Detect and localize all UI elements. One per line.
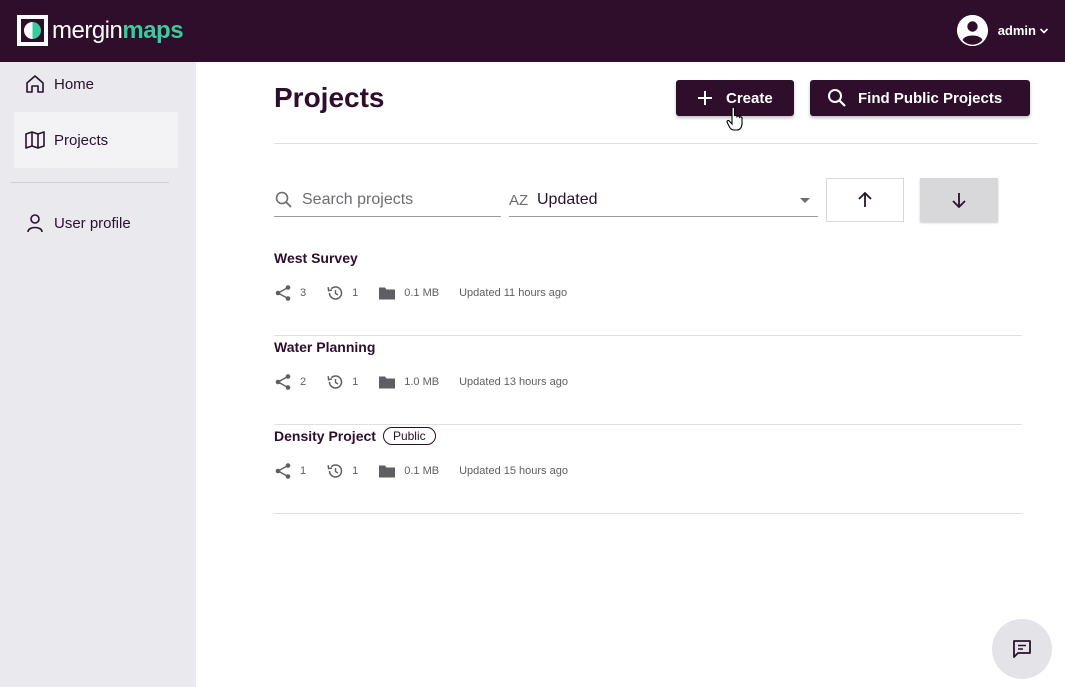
project-shares-count: 3 xyxy=(300,287,307,299)
search-field[interactable] xyxy=(274,184,501,217)
mergin-maps-logo[interactable]: merginmaps xyxy=(17,15,184,46)
project-versions-count: 1 xyxy=(352,287,359,299)
project-shares-count: 1 xyxy=(300,465,307,477)
share-icon xyxy=(274,284,292,302)
project-row[interactable]: Water Planning 2 1 1.0 MB Updated 13 hou… xyxy=(274,336,1022,425)
arrow-up-icon xyxy=(858,191,872,207)
project-size: 0.1 MB xyxy=(378,284,439,302)
user-menu[interactable]: admin xyxy=(956,15,1049,46)
project-row[interactable]: Density Project Public 1 1 0.1 MB Update… xyxy=(274,425,1022,514)
share-icon xyxy=(274,373,292,391)
project-name-row: Density Project Public xyxy=(274,425,436,447)
sidebar-item-home[interactable]: Home xyxy=(14,56,178,112)
sort-ascending-button[interactable] xyxy=(826,178,904,222)
search-icon xyxy=(275,191,292,208)
home-icon xyxy=(24,73,46,95)
project-size: 0.1 MB xyxy=(378,462,439,480)
project-row[interactable]: West Survey 3 1 0.1 MB Updated 11 hours … xyxy=(274,247,1022,336)
dropdown-caret-icon xyxy=(800,198,810,203)
folder-icon xyxy=(378,462,396,480)
project-size-value: 0.1 MB xyxy=(404,465,440,477)
logo-text-maps: maps xyxy=(122,16,184,44)
sidebar-item-projects[interactable]: Projects xyxy=(14,112,178,168)
project-versions: 1 xyxy=(326,284,358,302)
sidebar-divider xyxy=(10,182,169,183)
project-size-value: 1.0 MB xyxy=(404,376,440,388)
project-shares: 1 xyxy=(274,462,306,480)
project-name[interactable]: Density Project xyxy=(274,428,376,444)
sort-descending-button[interactable] xyxy=(920,178,998,222)
avatar xyxy=(956,15,988,46)
history-icon xyxy=(326,284,344,302)
plus-icon xyxy=(695,88,715,108)
find-button-label: Find Public Projects xyxy=(858,89,1003,107)
project-shares-count: 2 xyxy=(300,376,307,388)
folder-icon xyxy=(378,284,396,302)
project-shares: 2 xyxy=(274,373,306,391)
project-name[interactable]: Water Planning xyxy=(274,339,375,355)
search-icon xyxy=(827,88,847,108)
user-icon xyxy=(24,212,46,234)
folder-icon xyxy=(378,373,396,391)
sort-alphabetical-icon: AZ xyxy=(509,191,529,209)
create-button-label: Create xyxy=(726,89,773,107)
history-icon xyxy=(326,462,344,480)
project-meta: 2 1 1.0 MB Updated 13 hours ago xyxy=(274,372,588,392)
project-shares: 3 xyxy=(274,284,306,302)
logo-text-mergin: mergin xyxy=(52,16,123,44)
project-name-row: West Survey xyxy=(274,247,358,269)
project-updated: Updated 11 hours ago xyxy=(459,287,568,299)
project-versions-count: 1 xyxy=(352,376,359,388)
chat-icon xyxy=(1013,640,1031,658)
chevron-down-icon xyxy=(1039,27,1049,34)
header-divider xyxy=(274,143,1038,144)
chat-support-button[interactable] xyxy=(992,619,1052,679)
project-updated: Updated 15 hours ago xyxy=(459,465,568,477)
top-bar: merginmaps admin xyxy=(0,0,1065,62)
find-public-projects-button[interactable]: Find Public Projects xyxy=(810,80,1030,116)
project-updated: Updated 13 hours ago xyxy=(459,376,568,388)
search-input[interactable] xyxy=(302,191,482,209)
project-versions-count: 1 xyxy=(352,465,359,477)
project-size: 1.0 MB xyxy=(378,373,439,391)
project-versions: 1 xyxy=(326,373,358,391)
sidebar-item-label: Projects xyxy=(54,131,109,149)
sort-select-value: Updated xyxy=(537,191,598,208)
public-badge: Public xyxy=(382,427,436,445)
logo-text: merginmaps xyxy=(52,16,184,45)
sidebar-item-user-profile[interactable]: User profile xyxy=(14,195,178,251)
logo-mark-icon xyxy=(17,15,48,46)
project-name-row: Water Planning xyxy=(274,336,375,358)
project-versions: 1 xyxy=(326,462,358,480)
project-meta: 3 1 0.1 MB Updated 11 hours ago xyxy=(274,283,587,303)
history-icon xyxy=(326,373,344,391)
sidebar-item-label: Home xyxy=(54,75,95,93)
sidebar: Home Projects User profile xyxy=(0,62,196,687)
map-icon xyxy=(24,129,46,151)
sort-select[interactable]: AZ Updated xyxy=(509,184,818,217)
hand-cursor-icon xyxy=(726,106,743,131)
sidebar-item-label: User profile xyxy=(54,214,131,232)
project-meta: 1 1 0.1 MB Updated 15 hours ago xyxy=(274,461,588,481)
arrow-down-icon xyxy=(952,193,966,209)
share-icon xyxy=(274,462,292,480)
user-name: admin xyxy=(997,23,1036,38)
account-circle-icon xyxy=(956,15,988,46)
project-size-value: 0.1 MB xyxy=(404,287,440,299)
page-title: Projects xyxy=(274,82,385,113)
project-name[interactable]: West Survey xyxy=(274,250,358,266)
